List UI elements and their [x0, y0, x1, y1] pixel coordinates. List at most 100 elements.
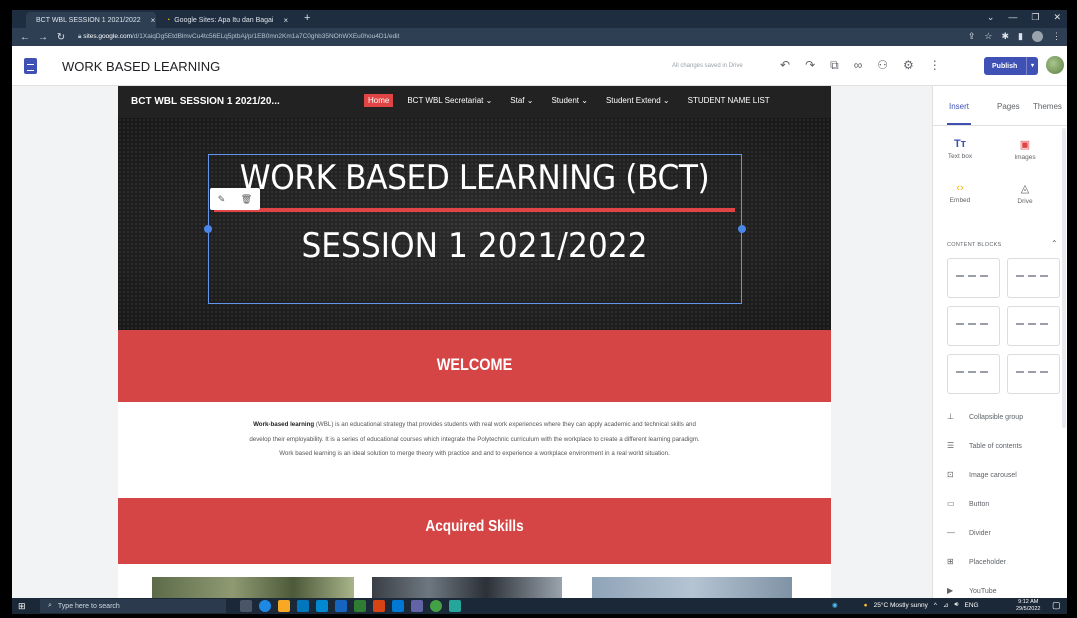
- undo-icon[interactable]: ↶: [780, 58, 790, 73]
- teams-icon[interactable]: [411, 600, 423, 612]
- component-divider[interactable]: — Divider: [947, 528, 991, 537]
- hero-banner[interactable]: WORK BASED LEARNING (BCT) SESSION 1 2021…: [118, 118, 831, 330]
- insert-drive[interactable]: ◬ Drive: [1000, 182, 1050, 205]
- close-icon[interactable]: ×: [151, 16, 156, 25]
- excel-icon[interactable]: [354, 600, 366, 612]
- outlook-icon[interactable]: [392, 600, 404, 612]
- tray-chevron-icon[interactable]: ^: [934, 602, 937, 609]
- skills-section[interactable]: Acquired Skills: [118, 498, 831, 564]
- weather-text[interactable]: 25°C Mostly sunny: [874, 602, 928, 609]
- profile-avatar[interactable]: [1032, 31, 1043, 42]
- back-icon[interactable]: ←: [20, 32, 30, 43]
- user-avatar[interactable]: [1046, 56, 1064, 74]
- delete-icon[interactable]: 🗑︎: [241, 194, 252, 205]
- url-field[interactable]: 🔒︎ sites.google.com/d/1XaiqDg5EtdBlmvCu4…: [78, 33, 399, 41]
- more-vert-icon[interactable]: ⋮: [929, 58, 941, 73]
- word-icon[interactable]: [335, 600, 347, 612]
- chevron-down-icon[interactable]: ⌄: [987, 12, 995, 23]
- app-icon[interactable]: [449, 600, 461, 612]
- nav-item-staf[interactable]: Staf ⌄: [506, 94, 537, 107]
- close-icon[interactable]: ×: [283, 16, 288, 25]
- nav-item-student-name-list[interactable]: STUDENT NAME LIST: [684, 94, 774, 107]
- powerpoint-icon[interactable]: [373, 600, 385, 612]
- nav-item-home[interactable]: Home: [364, 94, 394, 107]
- language-indicator[interactable]: ENG: [965, 602, 979, 609]
- store-icon[interactable]: [297, 600, 309, 612]
- content-block[interactable]: [1007, 258, 1060, 298]
- more-vert-icon[interactable]: ⋮: [1052, 31, 1061, 42]
- restore-icon[interactable]: ❐: [1031, 12, 1039, 23]
- insert-images[interactable]: ▣ Images: [1000, 138, 1050, 161]
- skill-image[interactable]: [372, 577, 562, 598]
- share-icon[interactable]: ⇪: [968, 31, 976, 42]
- skill-image[interactable]: [592, 577, 792, 598]
- skills-heading[interactable]: Acquired Skills: [171, 518, 777, 536]
- sites-logo-icon[interactable]: [24, 58, 37, 74]
- sidebar-icon[interactable]: ▮: [1018, 31, 1023, 42]
- selection-box[interactable]: [208, 154, 742, 304]
- welcome-section[interactable]: WELCOME: [118, 330, 831, 402]
- content-block[interactable]: [1007, 306, 1060, 346]
- pencil-icon[interactable]: ✎: [218, 194, 226, 205]
- tab-pages[interactable]: Pages: [997, 102, 1020, 111]
- task-view-icon[interactable]: [240, 600, 252, 612]
- link-icon[interactable]: ∞: [854, 58, 863, 73]
- intro-paragraph[interactable]: Work-based learning (WBL) is an educatio…: [248, 418, 701, 462]
- volume-icon[interactable]: 🔊︎: [954, 601, 958, 609]
- forward-icon[interactable]: →: [38, 32, 48, 43]
- site-name-field[interactable]: WORK BASED LEARNING: [62, 59, 220, 74]
- edge-icon[interactable]: [259, 600, 271, 612]
- network-icon[interactable]: ⊿: [943, 601, 948, 609]
- reload-icon[interactable]: ↻: [56, 32, 66, 43]
- nav-item-student[interactable]: Student ⌄: [547, 94, 592, 107]
- file-explorer-icon[interactable]: [278, 600, 290, 612]
- resize-handle-left[interactable]: [204, 225, 212, 233]
- close-window-icon[interactable]: ✕: [1053, 12, 1061, 23]
- skill-image[interactable]: [152, 577, 354, 598]
- tab-insert[interactable]: Insert: [949, 102, 969, 111]
- component-placeholder[interactable]: ⊞ Placeholder: [947, 557, 1006, 566]
- insert-embed[interactable]: ‹› Embed: [935, 182, 985, 204]
- mail-icon[interactable]: [316, 600, 328, 612]
- site-title[interactable]: BCT WBL SESSION 1 2021/20...: [131, 96, 280, 107]
- canvas-scrollbar[interactable]: [925, 86, 931, 598]
- redo-icon[interactable]: ↷: [805, 58, 815, 73]
- taskbar-clock[interactable]: 9:12 AM 29/5/2022: [1016, 599, 1040, 613]
- windows-start-icon[interactable]: ⊞: [18, 601, 26, 612]
- sites-editor-header: WORK BASED LEARNING All changes saved in…: [12, 46, 1067, 86]
- welcome-heading[interactable]: WELCOME: [171, 355, 777, 375]
- browser-tab-active[interactable]: BCT WBL SESSION 1 2021/2022 ×: [26, 12, 156, 28]
- clock-time: 9:12 AM: [1018, 599, 1039, 605]
- content-block[interactable]: [1007, 354, 1060, 394]
- notifications-icon[interactable]: ▢: [1052, 600, 1061, 611]
- chrome-icon[interactable]: [430, 600, 442, 612]
- settings-icon[interactable]: ⚙: [903, 58, 914, 73]
- preview-icon[interactable]: ⧉: [830, 58, 839, 73]
- tab-themes[interactable]: Themes: [1033, 102, 1062, 111]
- insert-text-box[interactable]: Tт Text box: [935, 138, 985, 160]
- extension-icon[interactable]: ✱: [1002, 31, 1010, 42]
- taskbar-search[interactable]: ⌕ Type here to search: [40, 599, 226, 613]
- component-collapsible-group[interactable]: ⊥ Collapsible group: [947, 412, 1023, 421]
- nav-item-student-extend[interactable]: Student Extend ⌄: [602, 94, 674, 107]
- content-block[interactable]: [947, 306, 1000, 346]
- new-tab-icon[interactable]: +: [304, 12, 310, 24]
- resize-handle-right[interactable]: [738, 225, 746, 233]
- publish-button[interactable]: Publish ▾: [984, 57, 1038, 75]
- panel-scrollbar[interactable]: [1062, 128, 1066, 428]
- component-image-carousel[interactable]: ⊡ Image carousel: [947, 470, 1017, 479]
- add-person-icon[interactable]: ⚇: [877, 58, 888, 73]
- browser-tab[interactable]: ◔ Google Sites: Apa Itu dan Bagai ×: [160, 12, 300, 28]
- star-icon[interactable]: ☆: [984, 31, 992, 42]
- publish-dropdown-icon[interactable]: ▾: [1026, 57, 1038, 75]
- nav-item-secretariat[interactable]: BCT WBL Secretariat ⌄: [403, 94, 496, 107]
- component-table-of-contents[interactable]: ☰ Table of contents: [947, 441, 1022, 450]
- minimize-icon[interactable]: —: [1008, 12, 1017, 23]
- component-button[interactable]: ▭ Button: [947, 499, 989, 508]
- component-label: Button: [969, 501, 990, 508]
- chevron-up-icon[interactable]: ⌃: [1051, 239, 1058, 248]
- chrome-tray-icon[interactable]: ◉: [832, 601, 838, 609]
- content-block[interactable]: [947, 354, 1000, 394]
- component-youtube[interactable]: ▶ YouTube: [947, 586, 997, 595]
- content-block[interactable]: [947, 258, 1000, 298]
